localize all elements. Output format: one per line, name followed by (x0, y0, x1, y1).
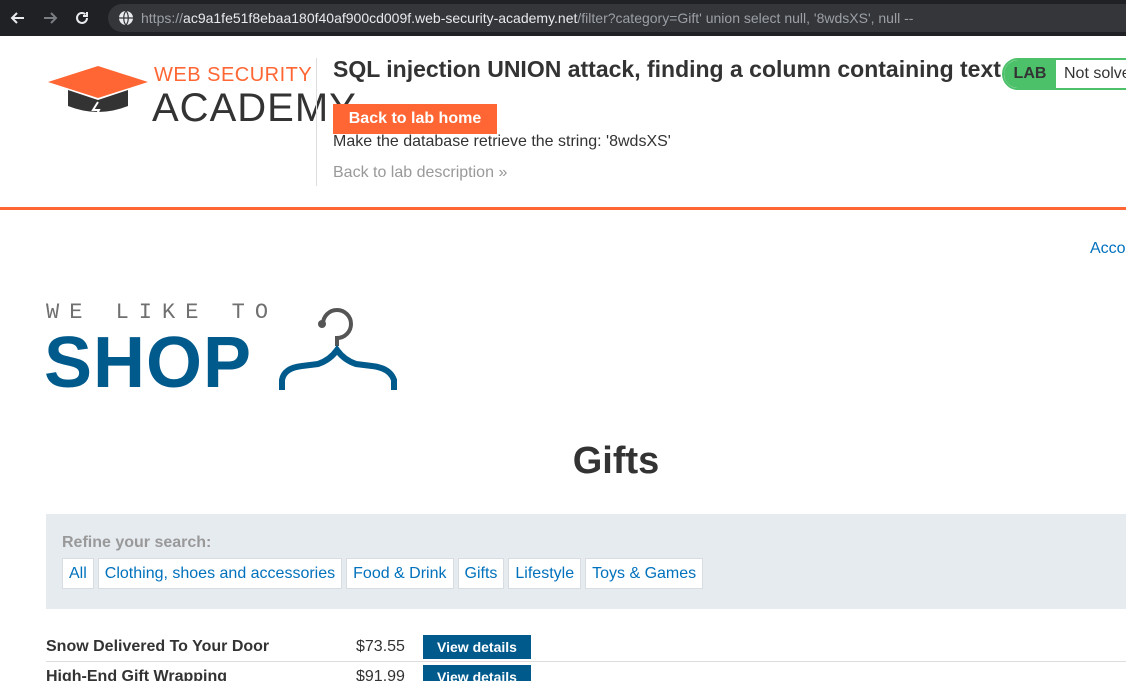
address-bar[interactable]: https://ac9a1fe51f8ebaa180f40af900cd009f… (108, 4, 1126, 32)
academy-header: WEB SECURITY ACADEMY SQL injection UNION… (0, 36, 1126, 210)
filter-label: Refine your search: (62, 534, 212, 551)
page-title: Gifts (572, 440, 660, 482)
product-name: High-End Gift Wrapping (46, 668, 228, 681)
globe-icon (119, 10, 133, 26)
header-divider (316, 58, 317, 186)
table-row: High-End Gift Wrapping $91.99 View detai… (46, 662, 1126, 681)
shop-brand: SHOP (44, 323, 253, 403)
back-description-label: Back to lab description (333, 164, 494, 181)
view-details-button[interactable]: View details (423, 635, 531, 659)
category-link-lifestyle[interactable]: Lifestyle (508, 558, 582, 589)
forward-arrow-icon[interactable] (36, 0, 64, 36)
hanger-icon (279, 308, 397, 390)
lab-title: SQL injection UNION attack, finding a co… (333, 56, 1001, 82)
product-name: Snow Delivered To Your Door (46, 638, 270, 655)
filter-panel: Refine your search: All Clothing, shoes … (46, 514, 1126, 609)
back-arrow-icon[interactable] (4, 0, 32, 36)
graduation-cap-icon (48, 66, 148, 119)
logo-bottom-text: ACADEMY (152, 86, 357, 130)
back-to-lab-home-button[interactable]: Back to lab home (333, 104, 497, 134)
double-chevron-right-icon: » (498, 164, 508, 181)
reload-icon[interactable] (68, 0, 96, 36)
my-account-link[interactable]: Account (1090, 240, 1126, 258)
lab-objective: Make the database retrieve the string: '… (333, 133, 671, 150)
table-row: Snow Delivered To Your Door $73.55 View … (46, 632, 1126, 662)
category-link-toys-games[interactable]: Toys & Games (585, 558, 704, 589)
category-link-all[interactable]: All (62, 558, 94, 589)
product-price: $91.99 (356, 668, 405, 681)
lab-status-badge: LAB Not solved (1002, 58, 1126, 90)
shop-logo: WE LIKE TO SHOP (44, 298, 406, 403)
academy-logo[interactable]: WEB SECURITY ACADEMY (46, 60, 356, 150)
back-to-lab-description-link[interactable]: Back to lab description » (333, 164, 507, 182)
product-price: $73.55 (356, 638, 405, 655)
url-text: https://ac9a1fe51f8ebaa180f40af900cd009f… (141, 10, 914, 26)
lab-status-text: Not solved (1064, 65, 1126, 82)
category-filters: All Clothing, shoes and accessories Food… (62, 558, 707, 589)
logo-top-text: WEB SECURITY (154, 64, 313, 86)
browser-toolbar: https://ac9a1fe51f8ebaa180f40af900cd009f… (0, 0, 1126, 36)
lab-tag: LAB (1004, 60, 1056, 88)
category-link-gifts[interactable]: Gifts (457, 558, 505, 589)
category-link-clothing[interactable]: Clothing, shoes and accessories (97, 558, 343, 589)
view-details-button[interactable]: View details (423, 665, 531, 681)
category-link-food-drink[interactable]: Food & Drink (346, 558, 454, 589)
